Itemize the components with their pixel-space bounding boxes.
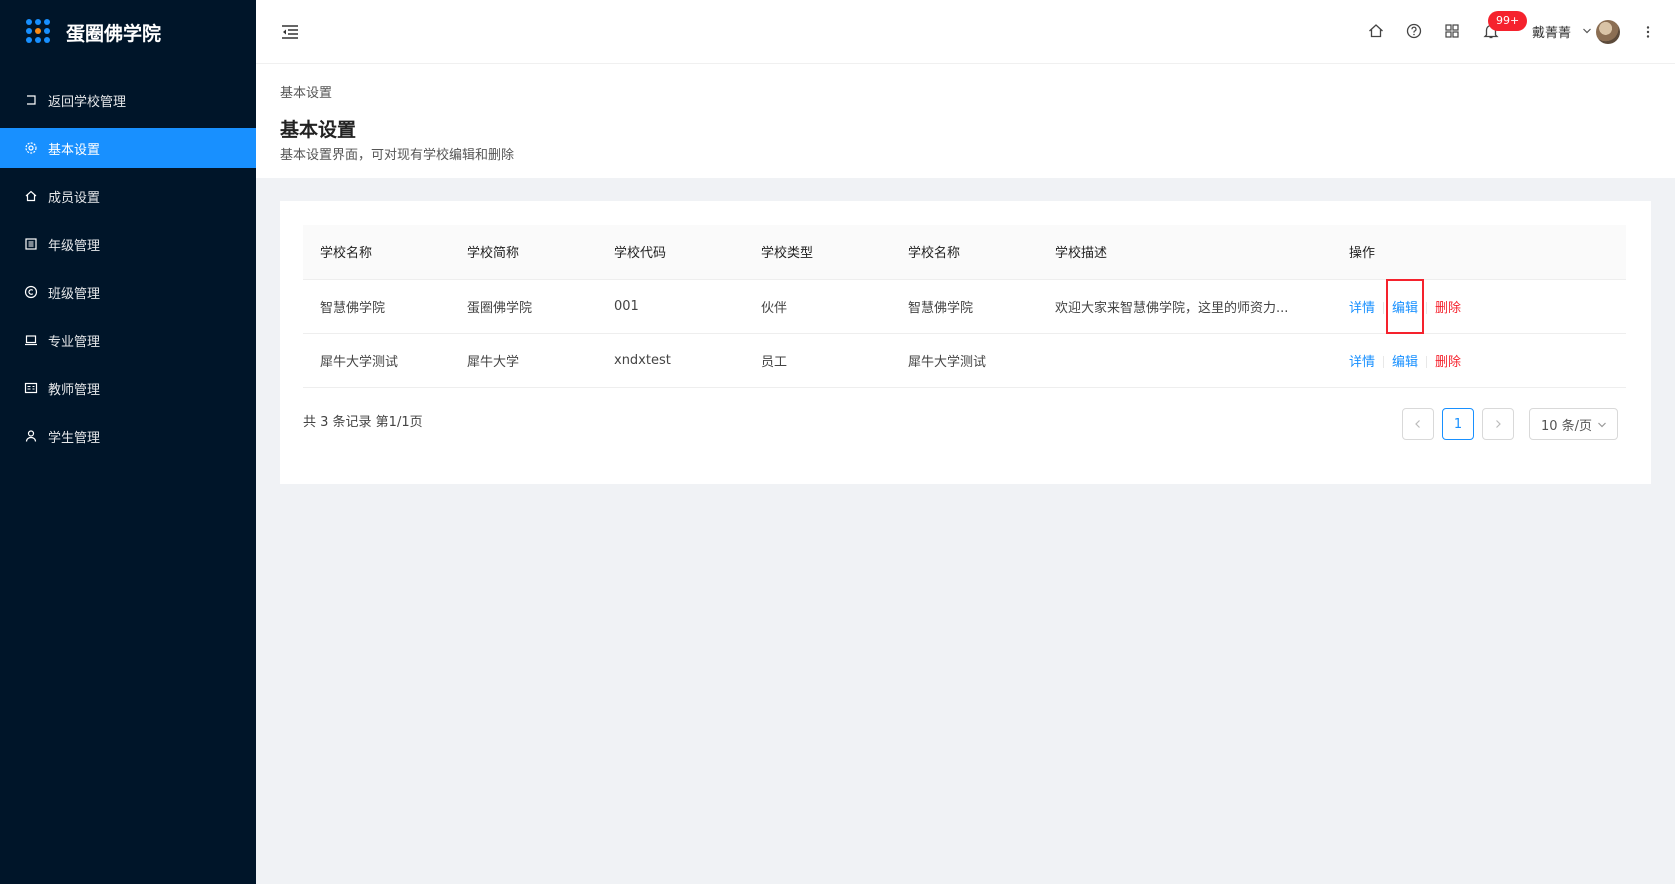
column-header: 学校代码 (614, 246, 667, 262)
edit-link[interactable]: 编辑 (1386, 278, 1425, 334)
top-header: 99+ 戴菁菁 (256, 0, 1675, 64)
school-table-card: 学校名称 学校简称 学校代码 学校类型 学校名称 学校描述 操作 智慧佛学院 蛋… (280, 201, 1651, 484)
sidebar-item-label: 专业管理 (48, 334, 101, 350)
app-grid-logo-icon (26, 19, 52, 45)
sidebar-item-back[interactable]: 返回学校管理 (0, 80, 256, 120)
column-header: 操作 (1349, 246, 1376, 262)
cell-school-type: 伙伴 (761, 300, 788, 316)
cell-school-name-2: 犀牛大学测试 (908, 354, 987, 370)
avatar[interactable] (1596, 20, 1620, 44)
delete-link[interactable]: 删除 (1435, 351, 1461, 370)
cell-school-name: 智慧佛学院 (320, 300, 386, 316)
sidebar-item-teacher-management[interactable]: 教师管理 (0, 368, 256, 408)
cell-school-desc (1038, 333, 1332, 387)
divider (1426, 302, 1428, 314)
sidebar-item-label: 教师管理 (48, 382, 101, 398)
next-page-button[interactable] (1482, 408, 1514, 440)
more-vertical-icon[interactable] (1640, 24, 1656, 40)
column-header: 学校类型 (761, 246, 814, 262)
sidebar-item-label: 返回学校管理 (48, 94, 127, 110)
brand[interactable]: 蛋圈佛学院 (0, 0, 256, 64)
page-description: 基本设置界面，可对现有学校编辑和删除 (280, 148, 515, 163)
cell-school-short: 犀牛大学 (467, 354, 520, 370)
sidebar-item-label: 学生管理 (48, 430, 101, 446)
sidebar-item-label: 班级管理 (48, 286, 101, 302)
sidebar-item-member-settings[interactable]: 成员设置 (0, 176, 256, 216)
column-header: 学校描述 (1055, 246, 1108, 262)
home-icon (24, 189, 38, 203)
prev-page-button[interactable] (1402, 408, 1434, 440)
detail-link[interactable]: 详情 (1349, 297, 1375, 316)
column-header: 学校简称 (467, 246, 520, 262)
table-row: 犀牛大学测试 犀牛大学 xndxtest 员工 犀牛大学测试 详情 编辑 删除 (303, 333, 1626, 387)
chevron-down-icon[interactable] (1582, 25, 1592, 35)
sidebar-item-student-management[interactable]: 学生管理 (0, 416, 256, 456)
sidebar-item-grade-management[interactable]: 年级管理 (0, 224, 256, 264)
sidebar: 蛋圈佛学院 返回学校管理 基本设置 成员设置 年级管理 班级管理 专业管理 教师… (0, 0, 256, 884)
app-title: 蛋圈佛学院 (66, 22, 162, 45)
copyright-icon (24, 285, 38, 299)
page-size-select[interactable]: 10 条/页 (1529, 408, 1618, 440)
user-icon (24, 429, 38, 443)
gear-icon (24, 141, 38, 155)
laptop-icon (24, 333, 38, 347)
divider (1383, 302, 1385, 314)
sidebar-item-label: 基本设置 (48, 142, 101, 158)
list-icon (24, 237, 38, 251)
cell-actions: 详情 编辑 删除 (1332, 278, 1626, 334)
cell-school-desc: 欢迎大家来智慧佛学院，这里的师资力... (1055, 300, 1289, 316)
cell-school-name: 犀牛大学测试 (320, 354, 399, 370)
username[interactable]: 戴菁菁 (1532, 22, 1571, 41)
delete-link[interactable]: 删除 (1435, 297, 1461, 316)
sidebar-menu: 返回学校管理 基本设置 成员设置 年级管理 班级管理 专业管理 教师管理 学生管… (0, 80, 256, 456)
table-header-row: 学校名称 学校简称 学校代码 学校类型 学校名称 学校描述 操作 (303, 225, 1626, 279)
cell-school-short: 蛋圈佛学院 (467, 300, 533, 316)
page-button-current[interactable]: 1 (1442, 408, 1474, 440)
page-title: 基本设置 (280, 119, 357, 141)
sidebar-item-label: 成员设置 (48, 190, 101, 206)
cell-school-code: xndxtest (614, 352, 671, 368)
school-table: 学校名称 学校简称 学校代码 学校类型 学校名称 学校描述 操作 智慧佛学院 蛋… (303, 225, 1626, 388)
page-header: 基本设置 基本设置 基本设置界面，可对现有学校编辑和删除 (256, 64, 1675, 178)
cell-school-code: 001 (614, 298, 639, 314)
breadcrumb[interactable]: 基本设置 (280, 82, 1651, 101)
sidebar-item-major-management[interactable]: 专业管理 (0, 320, 256, 360)
column-header: 学校名称 (320, 246, 373, 262)
sidebar-item-basic-settings[interactable]: 基本设置 (0, 128, 256, 168)
help-icon[interactable] (1405, 22, 1423, 40)
edit-link[interactable]: 编辑 (1392, 351, 1418, 370)
sidebar-item-label: 年级管理 (48, 238, 101, 254)
notification-badge: 99+ (1488, 11, 1528, 31)
sidebar-item-class-management[interactable]: 班级管理 (0, 272, 256, 312)
cell-school-name-2: 智慧佛学院 (908, 300, 974, 316)
back-icon (24, 93, 38, 107)
table-row: 智慧佛学院 蛋圈佛学院 001 伙伴 智慧佛学院 欢迎大家来智慧佛学院，这里的师… (303, 278, 1626, 334)
divider (1426, 356, 1428, 368)
menu-fold-icon[interactable] (280, 22, 300, 42)
cell-school-type: 员工 (761, 354, 788, 370)
pagination-total: 共 3 条记录 第1/1页 (303, 415, 423, 430)
divider (1383, 356, 1385, 368)
page-size-value: 10 条/页 (1541, 418, 1593, 434)
home-icon[interactable] (1367, 22, 1385, 40)
cell-actions: 详情 编辑 删除 (1332, 333, 1626, 387)
apps-grid-icon[interactable] (1443, 22, 1461, 40)
chevron-right-icon (1496, 420, 1501, 428)
detail-link[interactable]: 详情 (1349, 351, 1375, 370)
column-header: 学校名称 (908, 246, 961, 262)
chevron-down-icon (1597, 419, 1607, 429)
id-card-icon (24, 381, 38, 395)
chevron-left-icon (1415, 420, 1420, 428)
